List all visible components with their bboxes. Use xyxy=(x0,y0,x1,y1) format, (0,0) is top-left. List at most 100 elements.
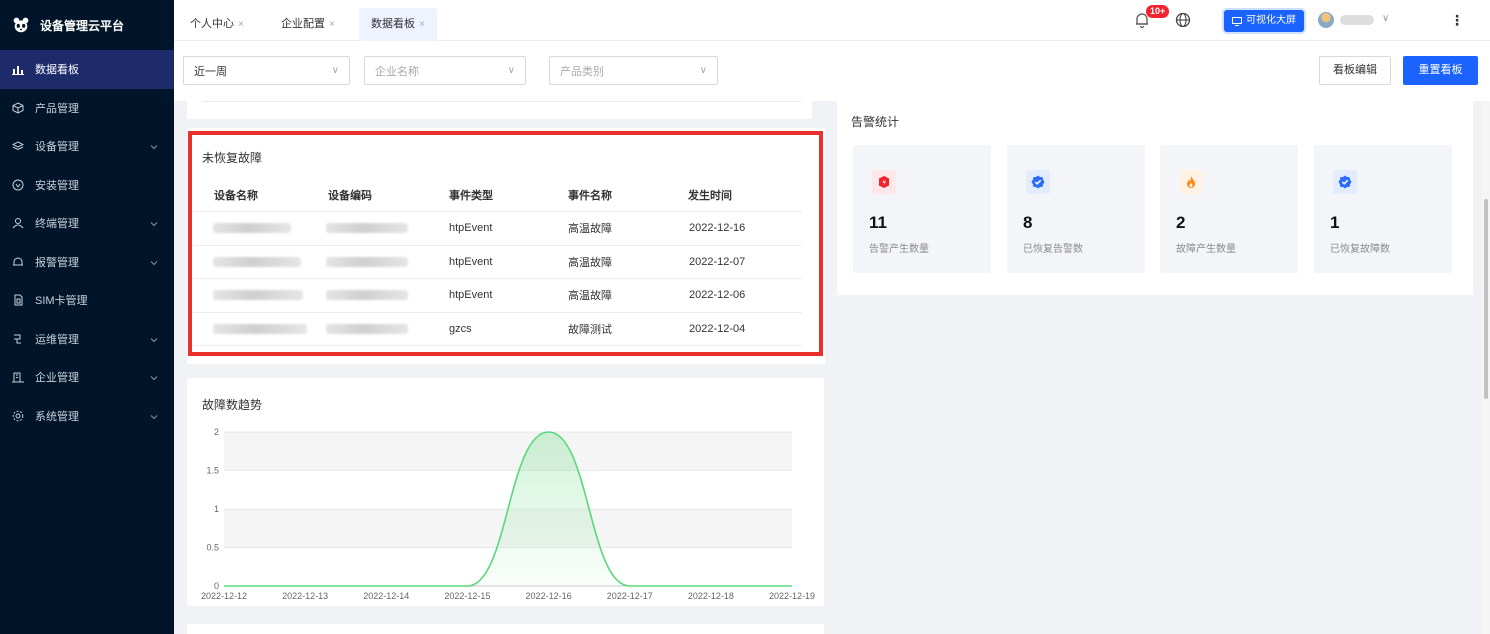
table-row[interactable]: htpEvent 高温故障 2022-12-07 xyxy=(193,246,802,279)
chevron-down-icon xyxy=(150,142,158,154)
previous-card-bottom xyxy=(187,101,812,119)
time-cell: 2022-12-07 xyxy=(689,255,746,268)
device-name-cell xyxy=(213,212,291,245)
company-placeholder: 企业名称 xyxy=(375,65,419,78)
y-tick-label: 1 xyxy=(214,504,219,514)
device-code-cell xyxy=(326,313,408,346)
install-icon xyxy=(12,179,24,191)
x-tick-label: 2022-12-16 xyxy=(526,591,572,601)
panda-logo-icon xyxy=(13,17,29,33)
scrollbar-thumb[interactable] xyxy=(1484,199,1488,399)
x-tick-label: 2022-12-19 xyxy=(769,591,815,601)
alarm-stats-card: 告警统计 11 告警产生数量 8 已恢复告警数 2 故障产生数量 1 已恢复故障数 xyxy=(837,100,1473,295)
table-row[interactable]: htpEvent 高温故障 2022-12-06 xyxy=(193,279,802,313)
x-tick-label: 2022-12-17 xyxy=(607,591,653,601)
close-icon[interactable]: × xyxy=(419,19,425,30)
more-vertical-icon[interactable]: ⋮ xyxy=(1450,12,1464,29)
tab-label: 企业配置 xyxy=(281,18,325,30)
dashboard-reset-button[interactable]: 重置看板 xyxy=(1403,56,1478,85)
stat-value: 8 xyxy=(1023,213,1033,232)
sidebar-menu: 数据看板产品管理设备管理 安装管理终端管理报警管理 SIM卡管理运维管理企业管理系统… xyxy=(0,50,174,435)
stat-label: 故障产生数量 xyxy=(1176,244,1236,255)
stat-value: 2 xyxy=(1176,213,1186,232)
stat-value: 1 xyxy=(1330,213,1340,232)
tab-data-dashboard[interactable]: 数据看板 × xyxy=(359,8,437,41)
sidebar-item[interactable]: 企业管理 xyxy=(0,358,174,397)
globe-icon[interactable] xyxy=(1174,11,1192,29)
sidebar-item-label: 运维管理 xyxy=(35,333,79,346)
gear-icon xyxy=(12,410,24,422)
verified-badge-icon xyxy=(1026,170,1050,194)
event-name-cell: 高温故障 xyxy=(568,290,612,303)
event-type-cell: htpEvent xyxy=(449,255,493,268)
next-card-top xyxy=(187,624,824,634)
close-icon[interactable]: × xyxy=(329,19,335,30)
event-name-cell: 高温故障 xyxy=(568,223,612,236)
notification-badge: 10+ xyxy=(1146,5,1170,18)
x-tick-label: 2022-12-18 xyxy=(688,591,734,601)
tab-company-config[interactable]: 企业配置 × xyxy=(281,8,335,41)
card-title: 告警统计 xyxy=(851,115,900,129)
avatar[interactable] xyxy=(1318,12,1334,28)
period-value: 近一周 xyxy=(194,65,227,78)
sidebar-item[interactable]: 产品管理 xyxy=(0,89,174,128)
column-header: 设备名称 xyxy=(214,190,258,202)
building-icon xyxy=(12,371,24,383)
alarm-icon xyxy=(12,256,24,268)
x-tick-label: 2022-12-13 xyxy=(282,591,328,601)
alarm-stat-tile: 8 已恢复告警数 xyxy=(1007,145,1145,273)
sidebar-item[interactable]: 数据看板 xyxy=(0,50,174,89)
brand[interactable]: 设备管理云平台 xyxy=(0,0,174,50)
time-cell: 2022-12-06 xyxy=(689,289,746,302)
sidebar-item-label: 数据看板 xyxy=(35,64,79,77)
sidebar-item[interactable]: 终端管理 xyxy=(0,204,174,243)
x-tick-label: 2022-12-12 xyxy=(201,591,247,601)
chevron-down-icon xyxy=(150,335,158,347)
bigscreen-button[interactable]: 可视化大屏 xyxy=(1224,10,1304,32)
sidebar-item-label: 产品管理 xyxy=(35,102,79,115)
redacted-device-name xyxy=(213,256,301,267)
user-name-blurred[interactable] xyxy=(1340,15,1374,25)
chevron-down-icon: ∨ xyxy=(331,65,339,76)
sidebar-item[interactable]: 报警管理 xyxy=(0,243,174,282)
x-tick-label: 2022-12-14 xyxy=(363,591,409,601)
tab-personal-center[interactable]: 个人中心 × xyxy=(190,8,244,41)
bigscreen-label: 可视化大屏 xyxy=(1246,15,1296,26)
stat-value: 11 xyxy=(869,213,887,232)
card-title: 未恢复故障 xyxy=(202,151,263,165)
table-row[interactable]: gzcs 故障测试 2022-12-04 xyxy=(193,313,802,346)
period-select[interactable]: 近一周 ∨ xyxy=(183,56,350,85)
category-select[interactable]: 产品类别 ∨ xyxy=(549,56,718,85)
redacted-device-code xyxy=(326,290,408,301)
dashboard-edit-button[interactable]: 看板编辑 xyxy=(1319,56,1391,85)
sidebar-item-label: 企业管理 xyxy=(35,372,79,385)
y-tick-label: 1.5 xyxy=(206,466,219,476)
sidebar-item-label: 终端管理 xyxy=(35,218,79,231)
stat-label: 告警产生数量 xyxy=(869,244,929,255)
x-tick-label: 2022-12-15 xyxy=(444,591,490,601)
chevron-down-icon: ∨ xyxy=(699,65,707,76)
time-cell: 2022-12-16 xyxy=(689,222,746,235)
unrecovered-fault-card: 未恢复故障 设备名称 设备编码 事件类型 事件名称 发生时间 htpEvent 高… xyxy=(187,128,825,364)
column-header: 事件名称 xyxy=(568,190,612,202)
bell-alert-icon xyxy=(872,170,896,194)
sidebar-item[interactable]: 运维管理 xyxy=(0,320,174,359)
sidebar-item-label: 报警管理 xyxy=(35,256,79,269)
sidebar-item[interactable]: SIM卡管理 xyxy=(0,281,174,320)
layers-icon xyxy=(12,140,24,152)
chevron-down-icon xyxy=(150,258,158,270)
scrollbar[interactable] xyxy=(1482,101,1490,634)
chevron-down-icon[interactable]: ∨ xyxy=(1382,13,1389,24)
app-title: 设备管理云平台 xyxy=(40,18,125,33)
maintenance-icon xyxy=(12,333,24,345)
company-select[interactable]: 企业名称 ∨ xyxy=(364,56,526,85)
y-tick-label: 0 xyxy=(214,581,219,591)
sidebar-item[interactable]: 设备管理 xyxy=(0,127,174,166)
close-icon[interactable]: × xyxy=(238,19,244,30)
table-row[interactable]: htpEvent 高温故障 2022-12-16 xyxy=(193,212,802,246)
stat-label: 已恢复故障数 xyxy=(1330,244,1390,255)
cube-icon xyxy=(12,102,24,114)
column-header: 发生时间 xyxy=(688,190,732,202)
sidebar-item[interactable]: 系统管理 xyxy=(0,397,174,436)
sidebar-item[interactable]: 安装管理 xyxy=(0,166,174,205)
